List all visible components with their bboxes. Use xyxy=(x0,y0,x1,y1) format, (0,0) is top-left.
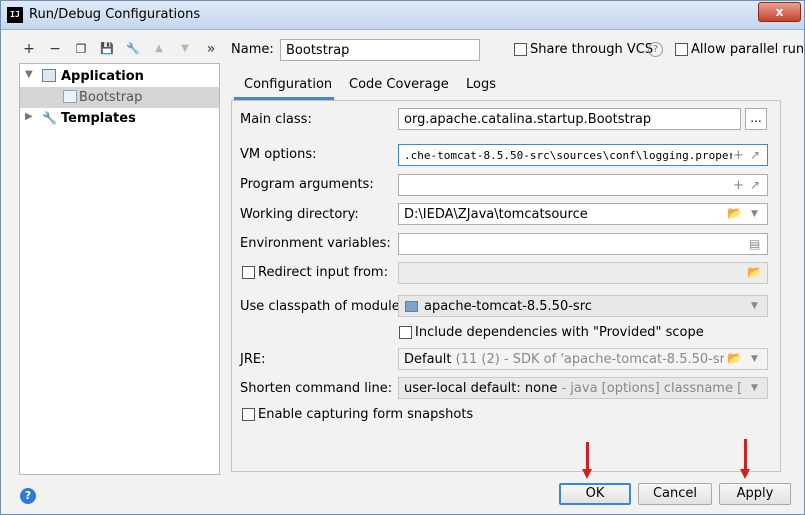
document-icon[interactable]: ▤ xyxy=(749,237,760,251)
application-icon xyxy=(42,69,56,82)
jre-label: JRE: xyxy=(240,352,266,367)
env-vars-field[interactable]: ▤ xyxy=(398,233,768,255)
help-icon[interactable]: ? xyxy=(648,42,663,57)
annotation-arrowhead-ok xyxy=(582,469,592,479)
share-vcs-checkbox[interactable] xyxy=(514,43,527,56)
program-args-field[interactable]: + ↗ xyxy=(398,174,768,196)
annotation-arrow-apply xyxy=(744,439,747,470)
name-label: Name: xyxy=(231,42,274,57)
jre-detail: (11 (2) - SDK of 'apache-tomcat-8.5.50-s… xyxy=(455,352,724,367)
remove-icon[interactable]: − xyxy=(45,39,65,59)
apply-button[interactable]: Apply xyxy=(719,483,791,505)
name-value: Bootstrap xyxy=(286,43,350,58)
annotation-arrow-ok xyxy=(586,442,589,470)
browse-button[interactable]: ... xyxy=(745,108,767,130)
shorten-detail: - java [options] classname [args] xyxy=(561,381,742,396)
tree-item-label: Application xyxy=(61,69,144,84)
program-args-label: Program arguments: xyxy=(240,177,374,192)
classpath-value: apache-tomcat-8.5.50-src xyxy=(424,299,592,314)
main-class-label: Main class: xyxy=(240,112,312,127)
maximize-icon[interactable]: ↗ xyxy=(750,178,760,192)
maximize-icon[interactable]: ↗ xyxy=(750,148,760,162)
tree-item-bootstrap[interactable]: Bootstrap xyxy=(20,87,219,108)
tree-item-label: Templates xyxy=(61,111,136,126)
move-up-icon[interactable]: ▲ xyxy=(149,39,169,59)
redirect-input-field[interactable]: 📂 xyxy=(398,262,768,284)
shorten-label: Shorten command line: xyxy=(240,381,393,396)
working-dir-value: D:\IEDA\ZJava\tomcatsource xyxy=(404,207,588,222)
chevron-down-icon[interactable]: ▼ xyxy=(751,383,758,393)
classpath-label: Use classpath of module: xyxy=(240,299,405,314)
save-icon[interactable]: 💾 xyxy=(97,39,117,59)
chevron-down-icon[interactable]: ▼ xyxy=(751,209,758,219)
vm-options-label: VM options: xyxy=(240,147,317,162)
vm-options-field[interactable]: .che-tomcat-8.5.50-src\sources\conf\logg… xyxy=(398,144,768,166)
run-debug-dialog: IJ Run/Debug Configurations x + − ❐ 💾 🔧 … xyxy=(0,0,805,515)
tab-configuration[interactable]: Configuration xyxy=(244,77,332,92)
ok-button[interactable]: OK xyxy=(559,483,631,505)
window-title: Run/Debug Configurations xyxy=(29,7,201,22)
tree-item-application[interactable]: ▼ Application xyxy=(20,66,219,87)
close-button[interactable]: x xyxy=(758,2,801,22)
allow-parallel-label: Allow parallel run xyxy=(691,42,805,57)
module-icon xyxy=(405,301,418,312)
working-dir-field[interactable]: D:\IEDA\ZJava\tomcatsource 📂 ▼ xyxy=(398,203,768,225)
shorten-value: user-local default: none - java [options… xyxy=(404,381,742,396)
include-deps-label: Include dependencies with "Provided" sco… xyxy=(415,325,704,340)
share-vcs-label: Share through VCS xyxy=(530,42,654,57)
tree-item-templates[interactable]: ▶ 🔧 Templates xyxy=(20,108,219,129)
redirect-input-checkbox[interactable] xyxy=(242,266,255,279)
capture-snapshots-checkbox[interactable] xyxy=(242,408,255,421)
folder-icon[interactable]: 📂 xyxy=(727,351,742,365)
title-bar: IJ Run/Debug Configurations x xyxy=(1,1,804,30)
jre-default: Default xyxy=(404,352,452,367)
help-icon[interactable]: ? xyxy=(20,488,36,504)
allow-parallel-checkbox[interactable] xyxy=(675,43,688,56)
folder-icon[interactable]: 📂 xyxy=(727,206,742,220)
redirect-input-label: Redirect input from: xyxy=(258,265,388,280)
working-dir-label: Working directory: xyxy=(240,207,359,222)
shorten-main: user-local default: none xyxy=(404,381,558,396)
capture-snapshots-label: Enable capturing form snapshots xyxy=(258,407,474,422)
expand-plus-icon[interactable]: + xyxy=(733,178,744,193)
jre-field[interactable]: Default (11 (2) - SDK of 'apache-tomcat-… xyxy=(398,348,768,370)
copy-icon[interactable]: ❐ xyxy=(71,39,91,59)
jre-value: Default (11 (2) - SDK of 'apache-tomcat-… xyxy=(404,352,724,367)
vm-options-value: .che-tomcat-8.5.50-src\sources\conf\logg… xyxy=(404,149,732,162)
env-vars-label: Environment variables: xyxy=(240,236,391,251)
expand-plus-icon[interactable]: + xyxy=(733,148,744,163)
wrench-icon: 🔧 xyxy=(42,111,57,125)
chevron-down-icon[interactable]: ▼ xyxy=(751,301,758,311)
add-icon[interactable]: + xyxy=(19,39,39,59)
chevron-down-icon[interactable]: ▼ xyxy=(751,354,758,364)
tab-code-coverage[interactable]: Code Coverage xyxy=(349,77,449,92)
folder-icon[interactable]: 📂 xyxy=(747,265,762,279)
classpath-select[interactable]: apache-tomcat-8.5.50-src ▼ xyxy=(398,295,768,317)
cancel-button[interactable]: Cancel xyxy=(638,483,712,505)
main-class-value: org.apache.catalina.startup.Bootstrap xyxy=(404,112,652,127)
config-icon xyxy=(63,90,77,103)
shorten-select[interactable]: user-local default: none - java [options… xyxy=(398,377,768,399)
tab-logs[interactable]: Logs xyxy=(466,77,496,92)
chevron-down-icon[interactable]: ▼ xyxy=(25,69,33,80)
main-class-field[interactable]: org.apache.catalina.startup.Bootstrap xyxy=(398,108,741,130)
name-field[interactable]: Bootstrap xyxy=(280,39,480,61)
annotation-arrowhead-apply xyxy=(740,469,750,479)
tree-item-label: Bootstrap xyxy=(79,90,143,105)
more-icon[interactable]: » xyxy=(201,39,221,59)
move-down-icon[interactable]: ▼ xyxy=(175,39,195,59)
wrench-icon[interactable]: 🔧 xyxy=(123,39,143,59)
config-tree: ▼ Application Bootstrap ▶ 🔧 Templates xyxy=(19,63,220,475)
intellij-app-icon: IJ xyxy=(7,7,23,23)
chevron-right-icon[interactable]: ▶ xyxy=(25,111,33,122)
include-deps-checkbox[interactable] xyxy=(399,326,412,339)
